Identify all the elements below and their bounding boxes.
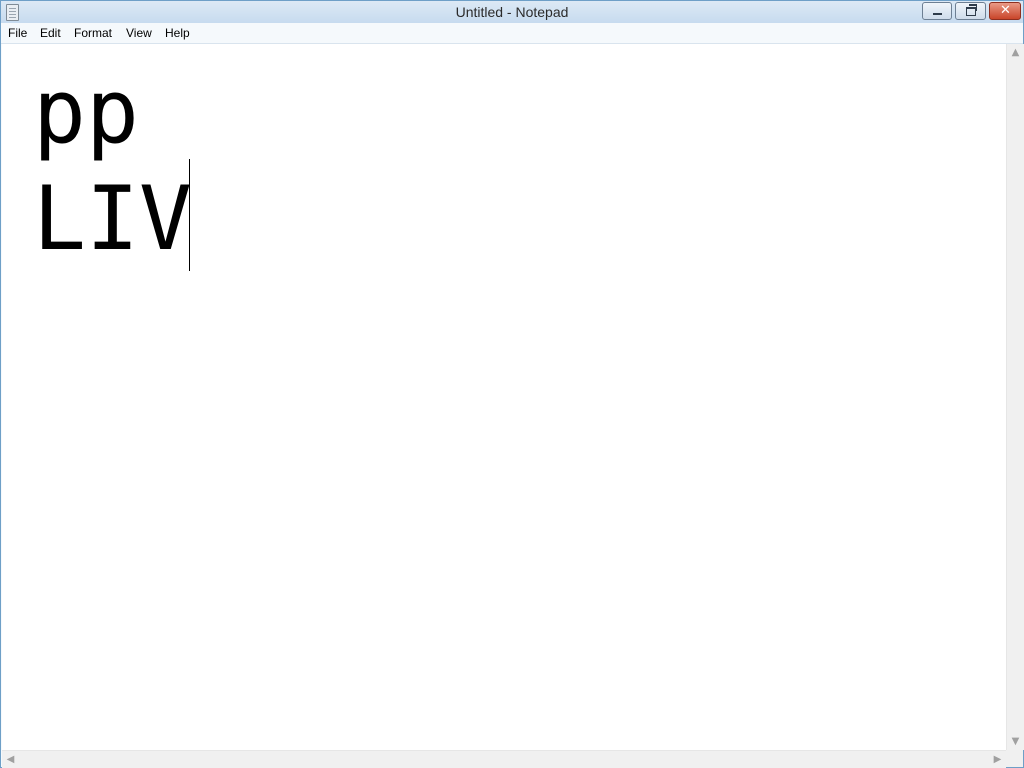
vertical-scrollbar[interactable]: ▲ ▼	[1006, 44, 1024, 750]
horizontal-scrollbar[interactable]: ◀ ▶	[2, 750, 1006, 768]
scrollbar-corner	[1006, 750, 1023, 767]
scroll-up-arrow-icon[interactable]: ▲	[1007, 44, 1024, 61]
restore-button[interactable]	[955, 2, 986, 20]
scroll-left-arrow-icon[interactable]: ◀	[2, 751, 19, 768]
menu-file[interactable]: File	[8, 26, 27, 40]
text-caret	[189, 159, 190, 271]
menu-help[interactable]: Help	[165, 26, 190, 40]
close-icon: ✕	[1000, 3, 1011, 18]
close-button[interactable]: ✕	[989, 2, 1021, 20]
title-bar[interactable]: Untitled - Notepad ✕	[1, 1, 1023, 23]
minimize-button[interactable]	[922, 2, 952, 20]
notepad-window: Untitled - Notepad ✕ File Edit Format Vi…	[0, 0, 1024, 768]
menu-edit[interactable]: Edit	[40, 26, 61, 40]
editor-line-1: pp	[33, 60, 139, 163]
restore-icon	[966, 4, 977, 16]
minimize-icon	[933, 13, 942, 15]
editor-line-2: LIV	[33, 167, 192, 270]
menu-bar: File Edit Format View Help	[1, 23, 1023, 44]
scroll-right-arrow-icon[interactable]: ▶	[989, 751, 1006, 768]
menu-view[interactable]: View	[126, 26, 152, 40]
window-title: Untitled - Notepad	[455, 4, 569, 20]
scroll-down-arrow-icon[interactable]: ▼	[1007, 733, 1024, 750]
menu-format[interactable]: Format	[74, 26, 112, 40]
text-editor-area[interactable]: pp LIV	[2, 44, 1006, 750]
